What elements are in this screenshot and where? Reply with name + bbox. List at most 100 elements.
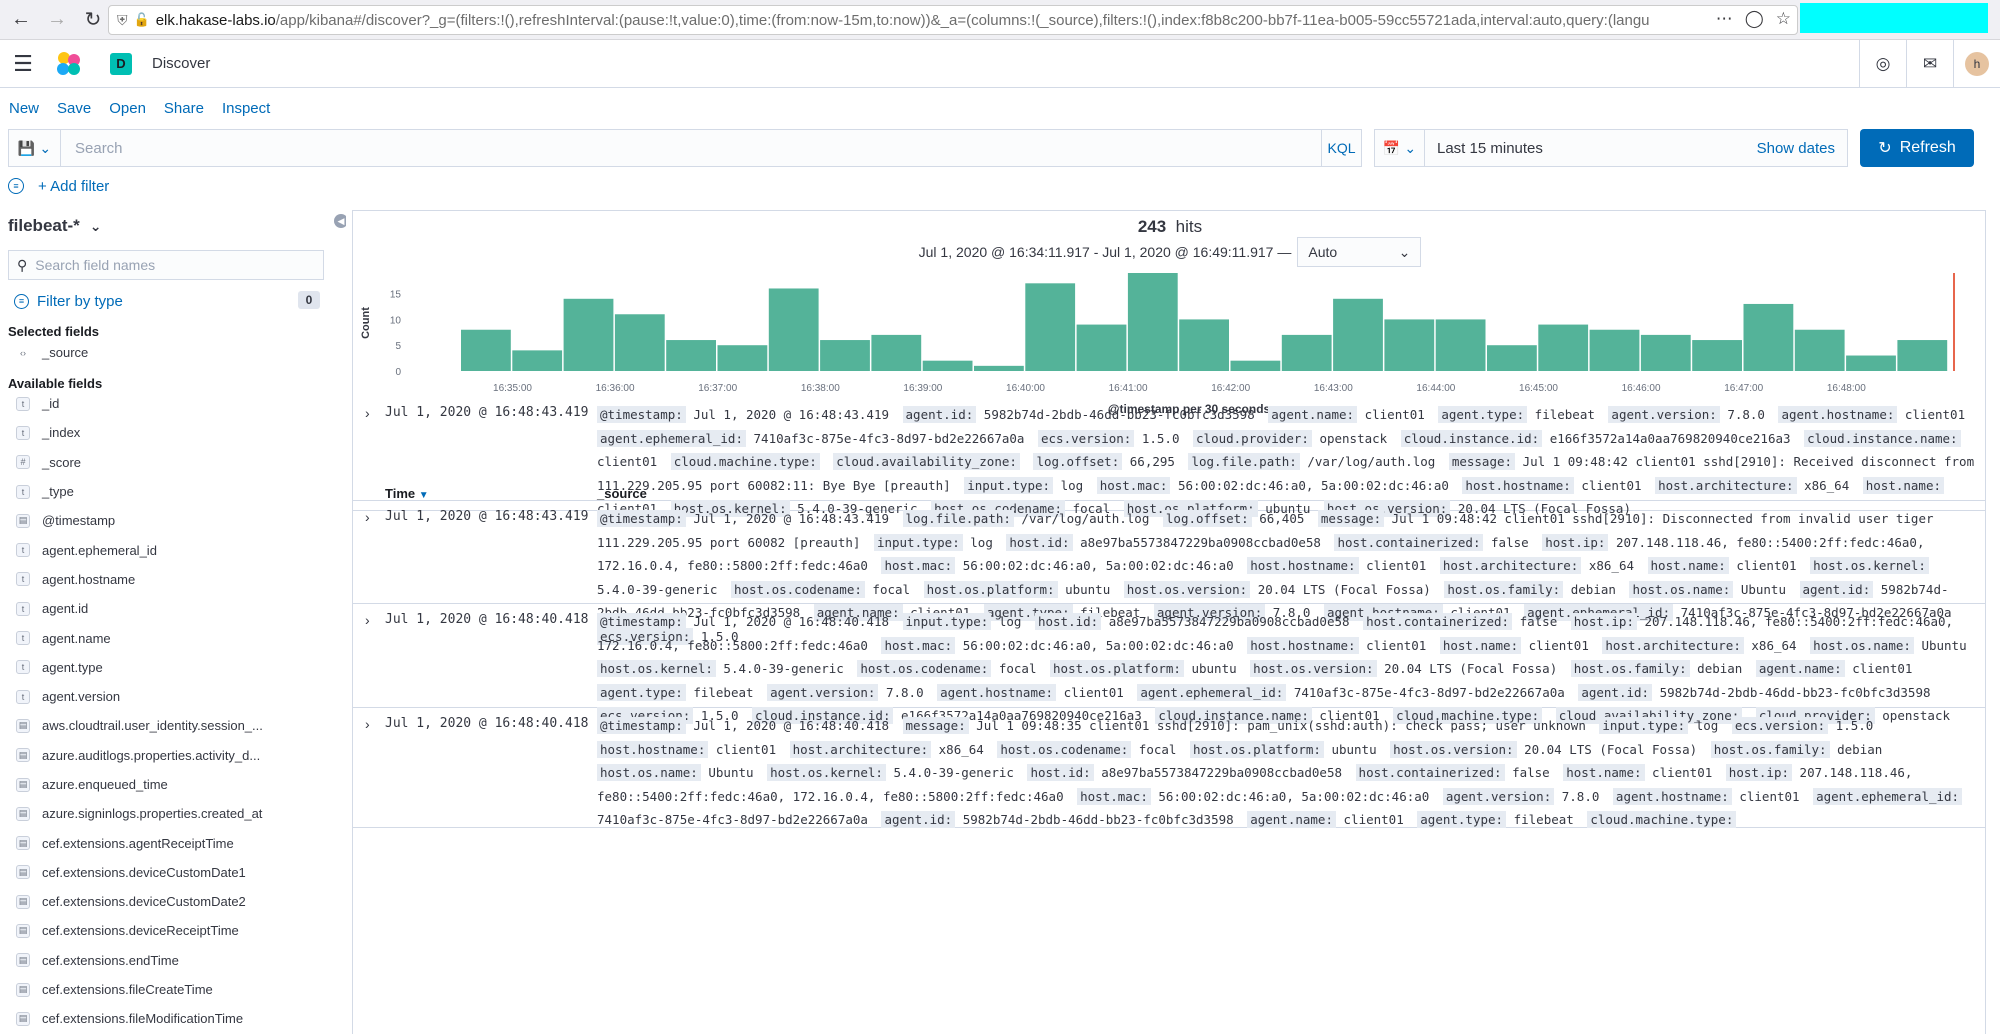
histogram-bar[interactable] (1692, 340, 1742, 371)
field-item[interactable]: ‹› _source (0, 338, 346, 367)
elastic-logo-icon[interactable] (56, 51, 82, 77)
y-tick-label: 0 (395, 367, 401, 378)
histogram-bar[interactable] (1743, 303, 1794, 371)
source-field-key: agent.ephemeral_id: (1137, 683, 1287, 701)
field-item[interactable]: t agent.ephemeral_id (0, 535, 346, 564)
filter-options-icon[interactable]: ≡ (8, 178, 24, 194)
add-filter-link[interactable]: + Add filter (38, 178, 109, 195)
source-field-value: log (998, 614, 1022, 629)
forward-arrow-icon[interactable]: → (42, 5, 72, 35)
histogram-bar[interactable] (922, 360, 973, 371)
histogram-bar[interactable] (512, 350, 563, 371)
source-field-key: log.offset: (1033, 453, 1123, 470)
histogram-bar[interactable] (820, 340, 870, 371)
field-item[interactable]: ▤ @timestamp (0, 506, 346, 535)
histogram-bar[interactable] (1230, 360, 1281, 371)
histogram-bar[interactable] (1025, 283, 1076, 371)
field-item[interactable]: t agent.hostname (0, 565, 346, 594)
save-link[interactable]: Save (57, 100, 91, 117)
histogram-bar[interactable] (717, 345, 768, 371)
source-field-key: host.ip: (1570, 613, 1637, 630)
index-pattern-selector[interactable]: filebeat-* ⌄ (8, 216, 102, 236)
histogram-bar[interactable] (1333, 298, 1383, 371)
inspect-link[interactable]: Inspect (222, 100, 270, 117)
bookmark-star-icon[interactable]: ☆ (1776, 9, 1791, 29)
back-arrow-icon[interactable]: ← (6, 5, 36, 35)
expand-row-icon[interactable]: › (365, 509, 370, 525)
reload-icon[interactable]: ↻ (78, 5, 108, 35)
field-item[interactable]: t agent.name (0, 623, 346, 652)
field-item[interactable]: ▤ cef.extensions.deviceCustomDate2 (0, 887, 346, 916)
histogram-bar[interactable] (1487, 345, 1537, 371)
histogram-bar[interactable] (974, 365, 1024, 371)
expand-row-icon[interactable]: › (365, 612, 370, 628)
field-item[interactable]: ▤ cef.extensions.deviceReceiptTime (0, 916, 346, 945)
expand-row-icon[interactable]: › (365, 405, 370, 421)
help-icon[interactable]: ◎ (1859, 40, 1906, 88)
field-item[interactable]: t agent.version (0, 682, 346, 711)
field-item[interactable]: ▤ aws.cloudtrail.user_identity.session_..… (0, 711, 346, 740)
menu-icon[interactable]: ☰ (0, 51, 46, 77)
histogram-bar[interactable] (1281, 334, 1332, 371)
field-item[interactable]: t _type (0, 477, 346, 506)
histogram-bar[interactable] (871, 334, 922, 371)
histogram-bar[interactable] (1846, 355, 1896, 371)
expand-row-icon[interactable]: › (365, 716, 370, 732)
histogram-bar[interactable] (1435, 319, 1486, 371)
chevron-down-icon: ⌄ (1404, 139, 1417, 156)
field-item[interactable]: t _id (0, 389, 346, 418)
histogram-bar[interactable] (666, 340, 716, 371)
histogram-bar[interactable] (1897, 340, 1948, 371)
new-link[interactable]: New (9, 100, 39, 117)
histogram-bar[interactable] (614, 314, 665, 371)
space-avatar[interactable]: D (110, 52, 132, 75)
field-item[interactable]: ▤ cef.extensions.fileCreateTime (0, 975, 346, 1004)
field-item[interactable]: ▤ cef.extensions.deviceCustomDate1 (0, 858, 346, 887)
histogram-bar[interactable] (1589, 329, 1640, 371)
field-search-input[interactable]: ⚲ Search field names (8, 250, 324, 280)
field-item[interactable]: ▤ azure.auditlogs.properties.activity_d..… (0, 741, 346, 770)
collapse-sidebar-icon[interactable]: ◀ (334, 214, 346, 228)
field-item[interactable]: ▤ azure.signinlogs.properties.created_at (0, 799, 346, 828)
kql-language-toggle[interactable]: KQL (1321, 129, 1361, 167)
search-input[interactable]: Search (61, 140, 1321, 157)
user-menu[interactable]: h (1953, 40, 2000, 88)
field-item[interactable]: t agent.type (0, 653, 346, 682)
quick-select-button[interactable]: 📅 ⌄ (1375, 129, 1425, 167)
saved-query-button[interactable]: 💾 ⌄ (9, 129, 61, 167)
field-item[interactable]: t _index (0, 418, 346, 447)
histogram-bar[interactable] (563, 298, 614, 371)
histogram-bar[interactable] (1794, 329, 1845, 371)
histogram-bar[interactable] (1076, 324, 1127, 371)
field-item[interactable]: t agent.id (0, 594, 346, 623)
histogram-bar[interactable] (1179, 319, 1229, 371)
histogram-bar[interactable] (1640, 334, 1691, 371)
source-field-key: host.containerized: (1363, 613, 1513, 630)
share-link[interactable]: Share (164, 100, 204, 117)
field-item[interactable]: ▤ cef.extensions.fileModificationTime (0, 1004, 346, 1033)
open-link[interactable]: Open (109, 100, 146, 117)
pocket-icon[interactable]: ◯ (1745, 9, 1764, 29)
field-item[interactable]: ▤ cef.extensions.agentReceiptTime (0, 828, 346, 857)
avatar[interactable]: h (1965, 52, 1989, 76)
histogram-bar[interactable] (1538, 324, 1589, 371)
histogram-bar[interactable] (1384, 319, 1435, 371)
histogram-bar[interactable] (1127, 273, 1178, 371)
more-actions-icon[interactable]: ⋯ (1716, 9, 1733, 29)
field-name: agent.hostname (42, 571, 136, 587)
time-range-display[interactable]: Last 15 minutes (1425, 140, 1757, 157)
address-bar[interactable]: ⛨ 🔓 elk.hakase-labs.io/app/kibana#/disco… (108, 5, 1798, 35)
field-item[interactable]: ▤ cef.extensions.endTime (0, 946, 346, 975)
source-field-key: input.type: (1599, 717, 1689, 734)
field-search-placeholder: Search field names (35, 257, 156, 273)
field-item[interactable]: # _score (0, 448, 346, 477)
newsfeed-mail-icon[interactable]: ✉ (1906, 40, 1953, 88)
date-type-icon: ▤ (16, 806, 30, 821)
histogram-bar[interactable] (461, 329, 511, 371)
filter-by-type-button[interactable]: ≡ Filter by type 0 (14, 290, 320, 312)
interval-select[interactable]: Auto ⌄ (1297, 237, 1422, 267)
field-item[interactable]: ▤ azure.enqueued_time (0, 770, 346, 799)
histogram-bar[interactable] (768, 288, 819, 371)
show-dates-link[interactable]: Show dates (1757, 140, 1847, 157)
refresh-button[interactable]: ↻ Refresh (1860, 129, 1974, 167)
